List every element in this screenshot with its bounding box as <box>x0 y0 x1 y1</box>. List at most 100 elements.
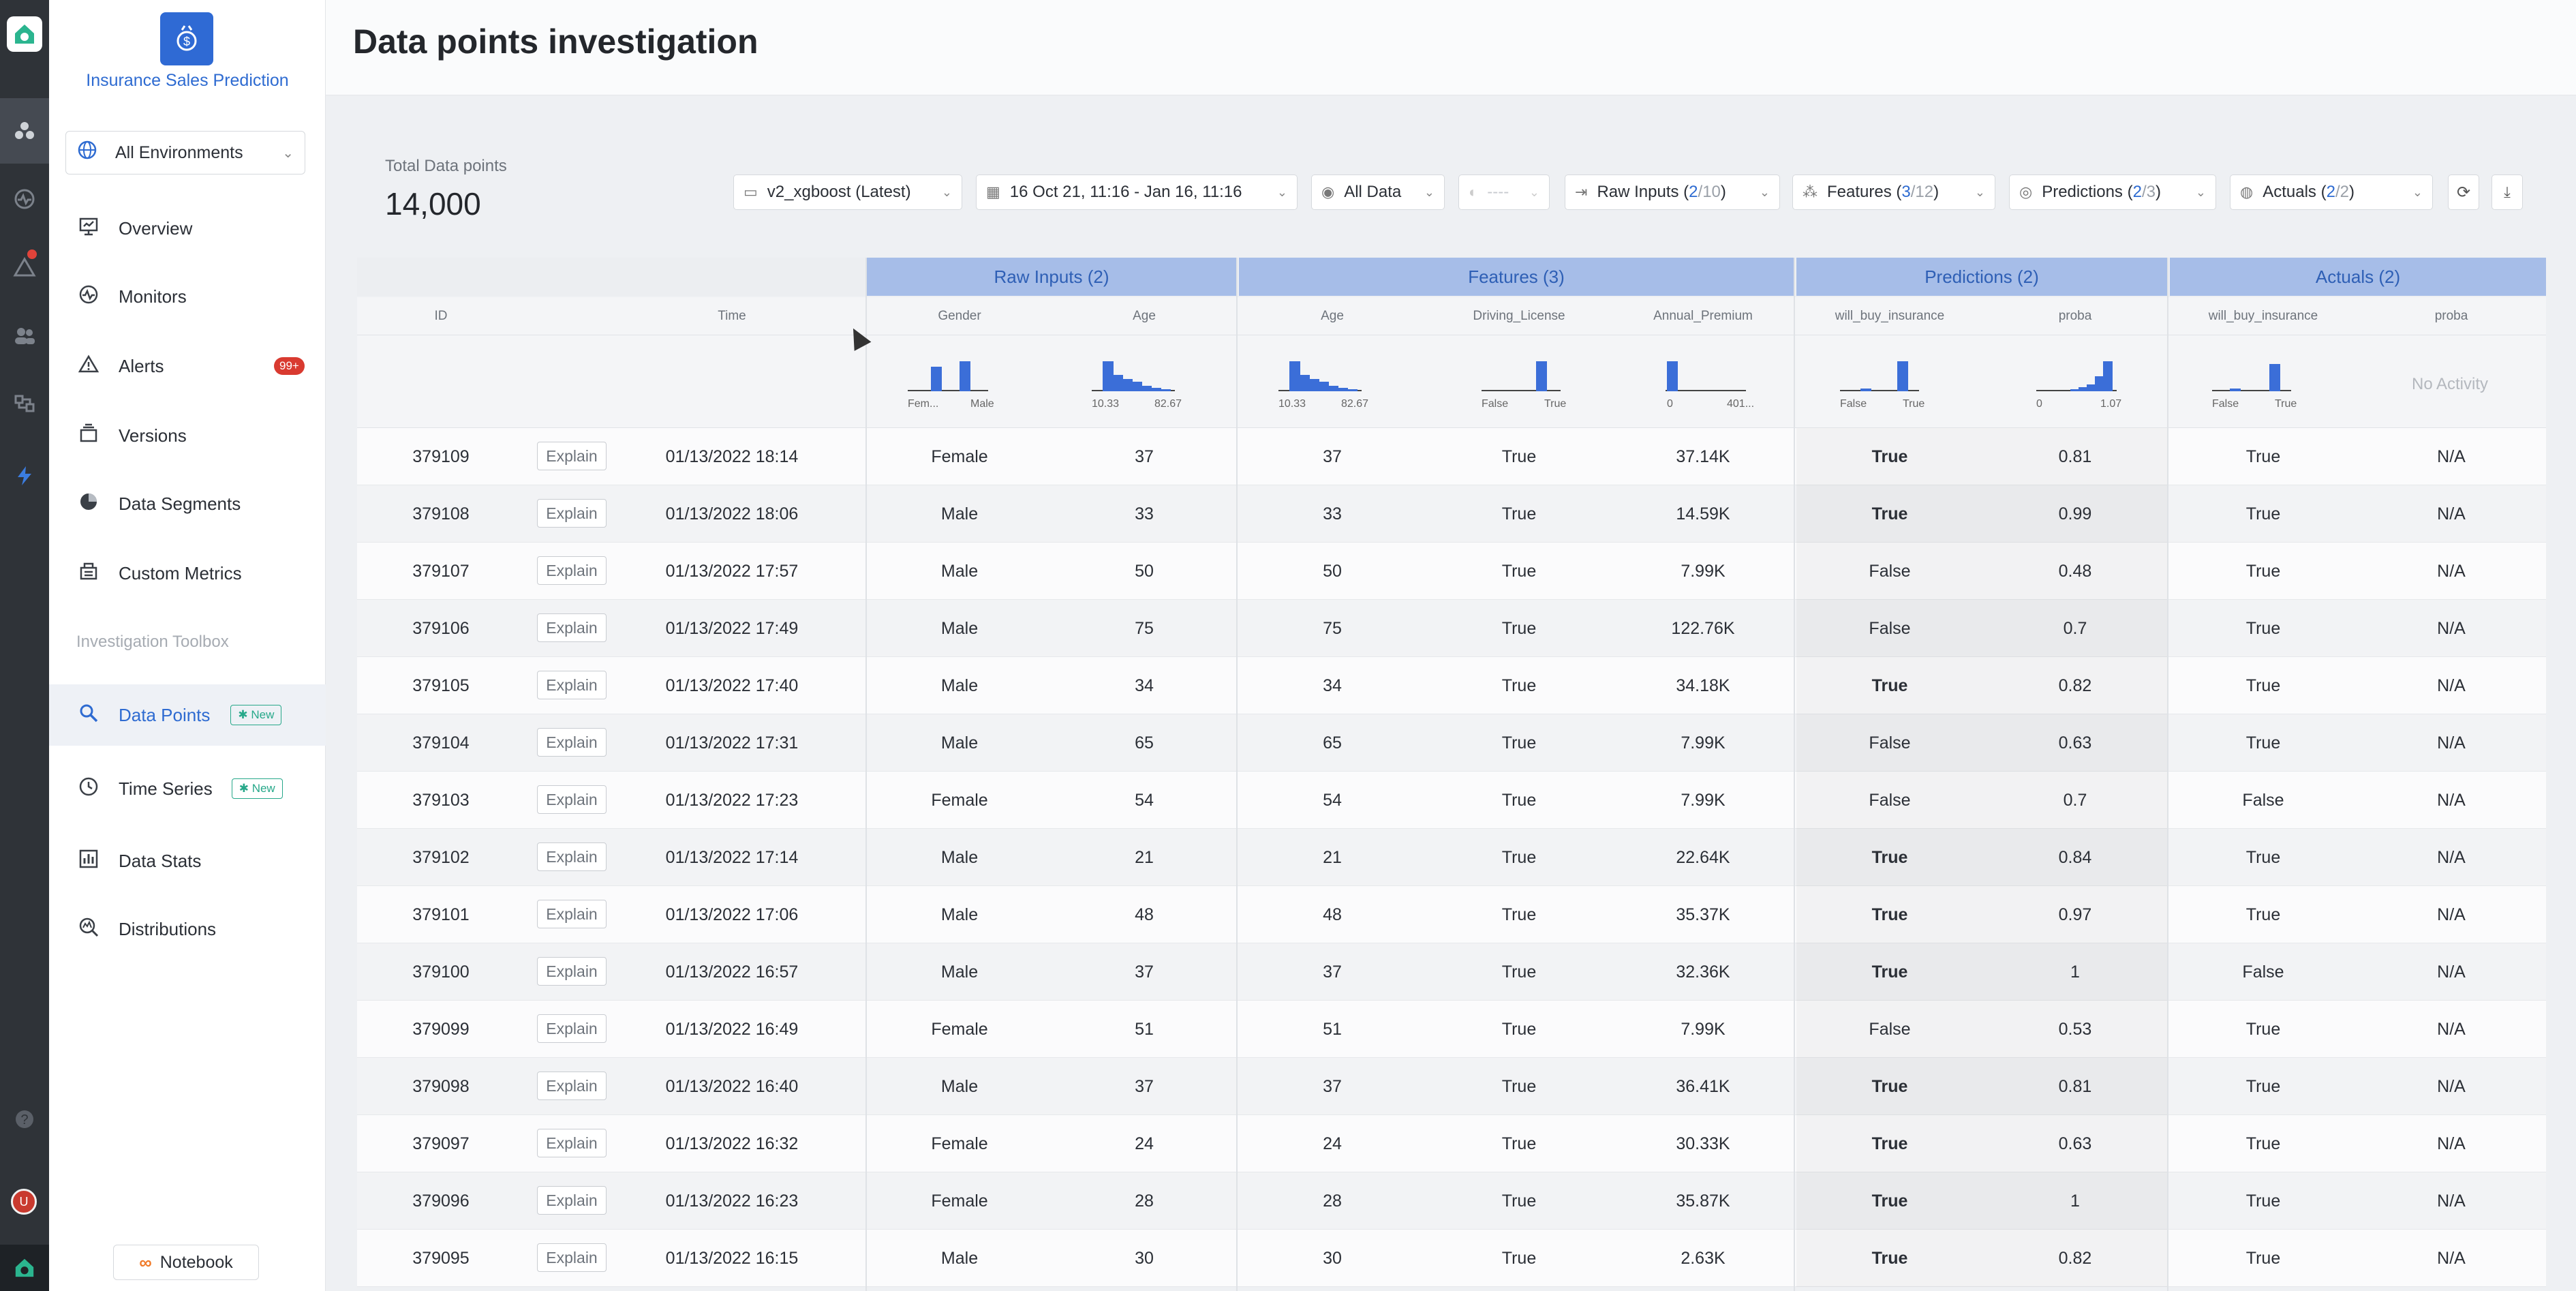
explain-button[interactable]: Explain <box>537 728 607 757</box>
col-age-raw[interactable]: Age <box>1052 297 1236 335</box>
table-row[interactable]: 379103 01/13/2022 17:23 Female 54 54 True 7.99… <box>357 772 2546 829</box>
folder-icon: ▭ <box>743 183 758 200</box>
table-row[interactable]: 379098 01/13/2022 16:40 Male 37 37 True 36.41K… <box>357 1058 2546 1115</box>
nav-data-points[interactable]: Data Points ✱ New <box>49 684 326 746</box>
segment-select[interactable]: ◐ ---- ⌄ <box>1458 174 1550 210</box>
nav-overview[interactable]: Overview <box>49 198 326 259</box>
table-row[interactable]: 379099 01/13/2022 16:49 Female 51 51 True 7.99… <box>357 1001 2546 1058</box>
actuals-select[interactable]: ◍ Actuals (2/2) ⌄ <box>2230 174 2433 210</box>
cell-age-raw: 75 <box>1135 618 1154 638</box>
cell-gender: Male <box>940 561 979 581</box>
data-filter-select[interactable]: ◉ All Data ⌄ <box>1311 174 1445 210</box>
table-row[interactable]: 379102 01/13/2022 17:14 Male 21 21 True 22.64K… <box>357 829 2546 886</box>
app-logo[interactable] <box>7 16 42 52</box>
nav-distributions[interactable]: Distributions <box>49 898 326 960</box>
explain-button[interactable]: Explain <box>537 1072 607 1100</box>
cell-proba-prediction: 0.63 <box>1983 714 2167 772</box>
cell-will-buy-prediction: True <box>1796 1230 1983 1287</box>
download-button[interactable]: ⤓ <box>2491 174 2523 210</box>
col-driving-license[interactable]: Driving_License <box>1426 297 1612 335</box>
actuals-selected: 2 <box>2326 183 2335 201</box>
notebook-button[interactable]: ∞ Notebook <box>113 1245 259 1280</box>
table-row[interactable]: 379109 01/13/2022 18:14 Female 37 37 True 37.1… <box>357 428 2546 485</box>
predictions-select[interactable]: ◎ Predictions (2/3) ⌄ <box>2009 174 2216 210</box>
cell-id: 379097 <box>412 1134 470 1153</box>
nav-monitors[interactable]: Monitors <box>49 266 326 327</box>
nav-label: Alerts <box>119 355 164 376</box>
rail-alerts-icon[interactable] <box>0 234 49 300</box>
date-range-picker[interactable]: ▦ 16 Oct 21, 11:16 - Jan 16, 11:16 ⌄ <box>976 174 1298 210</box>
table-row[interactable]: 379096 01/13/2022 16:23 Female 28 28 True 35.8… <box>357 1172 2546 1230</box>
col-id[interactable]: ID <box>357 297 525 335</box>
nav-versions[interactable]: Versions <box>49 405 326 466</box>
col-annual-premium[interactable]: Annual_Premium <box>1612 297 1794 335</box>
model-name[interactable]: Insurance Sales Prediction <box>49 71 326 91</box>
group-raw-inputs[interactable]: Raw Inputs (2) <box>867 258 1236 296</box>
rail-lightning-icon[interactable] <box>0 443 49 508</box>
explain-button[interactable]: Explain <box>537 842 607 871</box>
explain-button[interactable]: Explain <box>537 613 607 642</box>
explain-button[interactable]: Explain <box>537 957 607 986</box>
refresh-button[interactable]: ⟳ <box>2448 174 2479 210</box>
rail-monitor-icon[interactable] <box>0 166 49 232</box>
col-proba-actual[interactable]: proba <box>2357 297 2546 335</box>
cell-age-raw: 34 <box>1135 675 1154 695</box>
rail-integrations-icon[interactable] <box>0 371 49 436</box>
table-row[interactable]: 379097 01/13/2022 16:32 Female 24 24 True 30.3… <box>357 1115 2546 1172</box>
table-row[interactable]: 379100 01/13/2022 16:57 Male 37 37 True 32.36K… <box>357 943 2546 1001</box>
explain-button[interactable]: Explain <box>537 499 607 528</box>
raw-inputs-select[interactable]: ⇥ Raw Inputs (2/10) ⌄ <box>1565 174 1780 210</box>
table-row[interactable]: 379095 01/13/2022 16:15 Male 30 30 True 2.63K T… <box>357 1230 2546 1287</box>
col-proba-pred[interactable]: proba <box>1983 297 2167 335</box>
col-will-buy-actual[interactable]: will_buy_insurance <box>2170 297 2357 335</box>
explain-button[interactable]: Explain <box>537 785 607 814</box>
table-row[interactable]: 379107 01/13/2022 17:57 Male 50 50 True 7.99K F… <box>357 543 2546 600</box>
col-will-buy-pred[interactable]: will_buy_insurance <box>1796 297 1983 335</box>
chevron-down-icon: ⌄ <box>282 145 294 161</box>
version-select[interactable]: ▭ v2_xgboost (Latest) ⌄ <box>733 174 962 210</box>
group-predictions[interactable]: Predictions (2) <box>1796 258 2167 296</box>
cell-time: 01/13/2022 17:40 <box>665 675 799 695</box>
cell-age-feature: 37 <box>1323 446 1342 466</box>
explain-button[interactable]: Explain <box>537 671 607 699</box>
nav-alerts[interactable]: Alerts 99+ <box>49 335 326 397</box>
table-row[interactable]: 379101 01/13/2022 17:06 Male 48 48 True 35.37K… <box>357 886 2546 943</box>
predictions-close: ) <box>2155 183 2161 201</box>
table-row[interactable]: 379106 01/13/2022 17:49 Male 75 75 True 122.76… <box>357 600 2546 657</box>
table-row[interactable]: 379108 01/13/2022 18:06 Male 33 33 True 14.59K… <box>357 485 2546 543</box>
nav-time-series[interactable]: Time Series ✱ New <box>49 758 326 819</box>
col-age-feature[interactable]: Age <box>1239 297 1426 335</box>
col-gender[interactable]: Gender <box>867 297 1052 335</box>
predictions-selected: 2 <box>2132 183 2142 201</box>
nav-data-stats[interactable]: Data Stats <box>49 830 326 892</box>
explain-button[interactable]: Explain <box>537 900 607 928</box>
cell-time: 01/13/2022 17:14 <box>665 847 799 867</box>
rail-help-icon[interactable]: ? <box>0 1087 49 1152</box>
nav-data-segments[interactable]: Data Segments <box>49 473 326 534</box>
nav-custom-metrics[interactable]: Custom Metrics <box>49 543 326 604</box>
model-icon[interactable]: $ <box>160 12 213 65</box>
group-features[interactable]: Features (3) <box>1239 258 1794 296</box>
explain-button[interactable]: Explain <box>537 556 607 585</box>
cell-id: 379109 <box>412 446 470 466</box>
environment-label: All Environments <box>115 142 243 162</box>
cell-age-feature: 34 <box>1323 675 1342 695</box>
user-avatar[interactable]: U <box>11 1189 37 1215</box>
proba-prediction-histogram: 0 1.07 <box>2036 349 2132 417</box>
table-row[interactable]: 379105 01/13/2022 17:40 Male 34 34 True 34.18K… <box>357 657 2546 714</box>
explain-button[interactable]: Explain <box>537 1186 607 1215</box>
chevron-down-icon: ⌄ <box>1759 185 1770 199</box>
features-select[interactable]: ⁂ Features (3/12) ⌄ <box>1792 174 1995 210</box>
cell-time: 01/13/2022 17:49 <box>665 618 799 638</box>
explain-button[interactable]: Explain <box>537 442 607 470</box>
table-row[interactable]: 379104 01/13/2022 17:31 Male 65 65 True 7.99K F… <box>357 714 2546 772</box>
explain-button[interactable]: Explain <box>537 1129 607 1157</box>
environment-select[interactable]: All Environments ⌄ <box>65 131 305 174</box>
explain-button[interactable]: Explain <box>537 1243 607 1272</box>
rail-users-icon[interactable] <box>0 303 49 368</box>
group-header-blank <box>357 258 865 296</box>
rail-models-icon[interactable] <box>0 98 49 164</box>
col-time[interactable]: Time <box>647 297 816 335</box>
explain-button[interactable]: Explain <box>537 1014 607 1043</box>
group-actuals[interactable]: Actuals (2) <box>2170 258 2546 296</box>
